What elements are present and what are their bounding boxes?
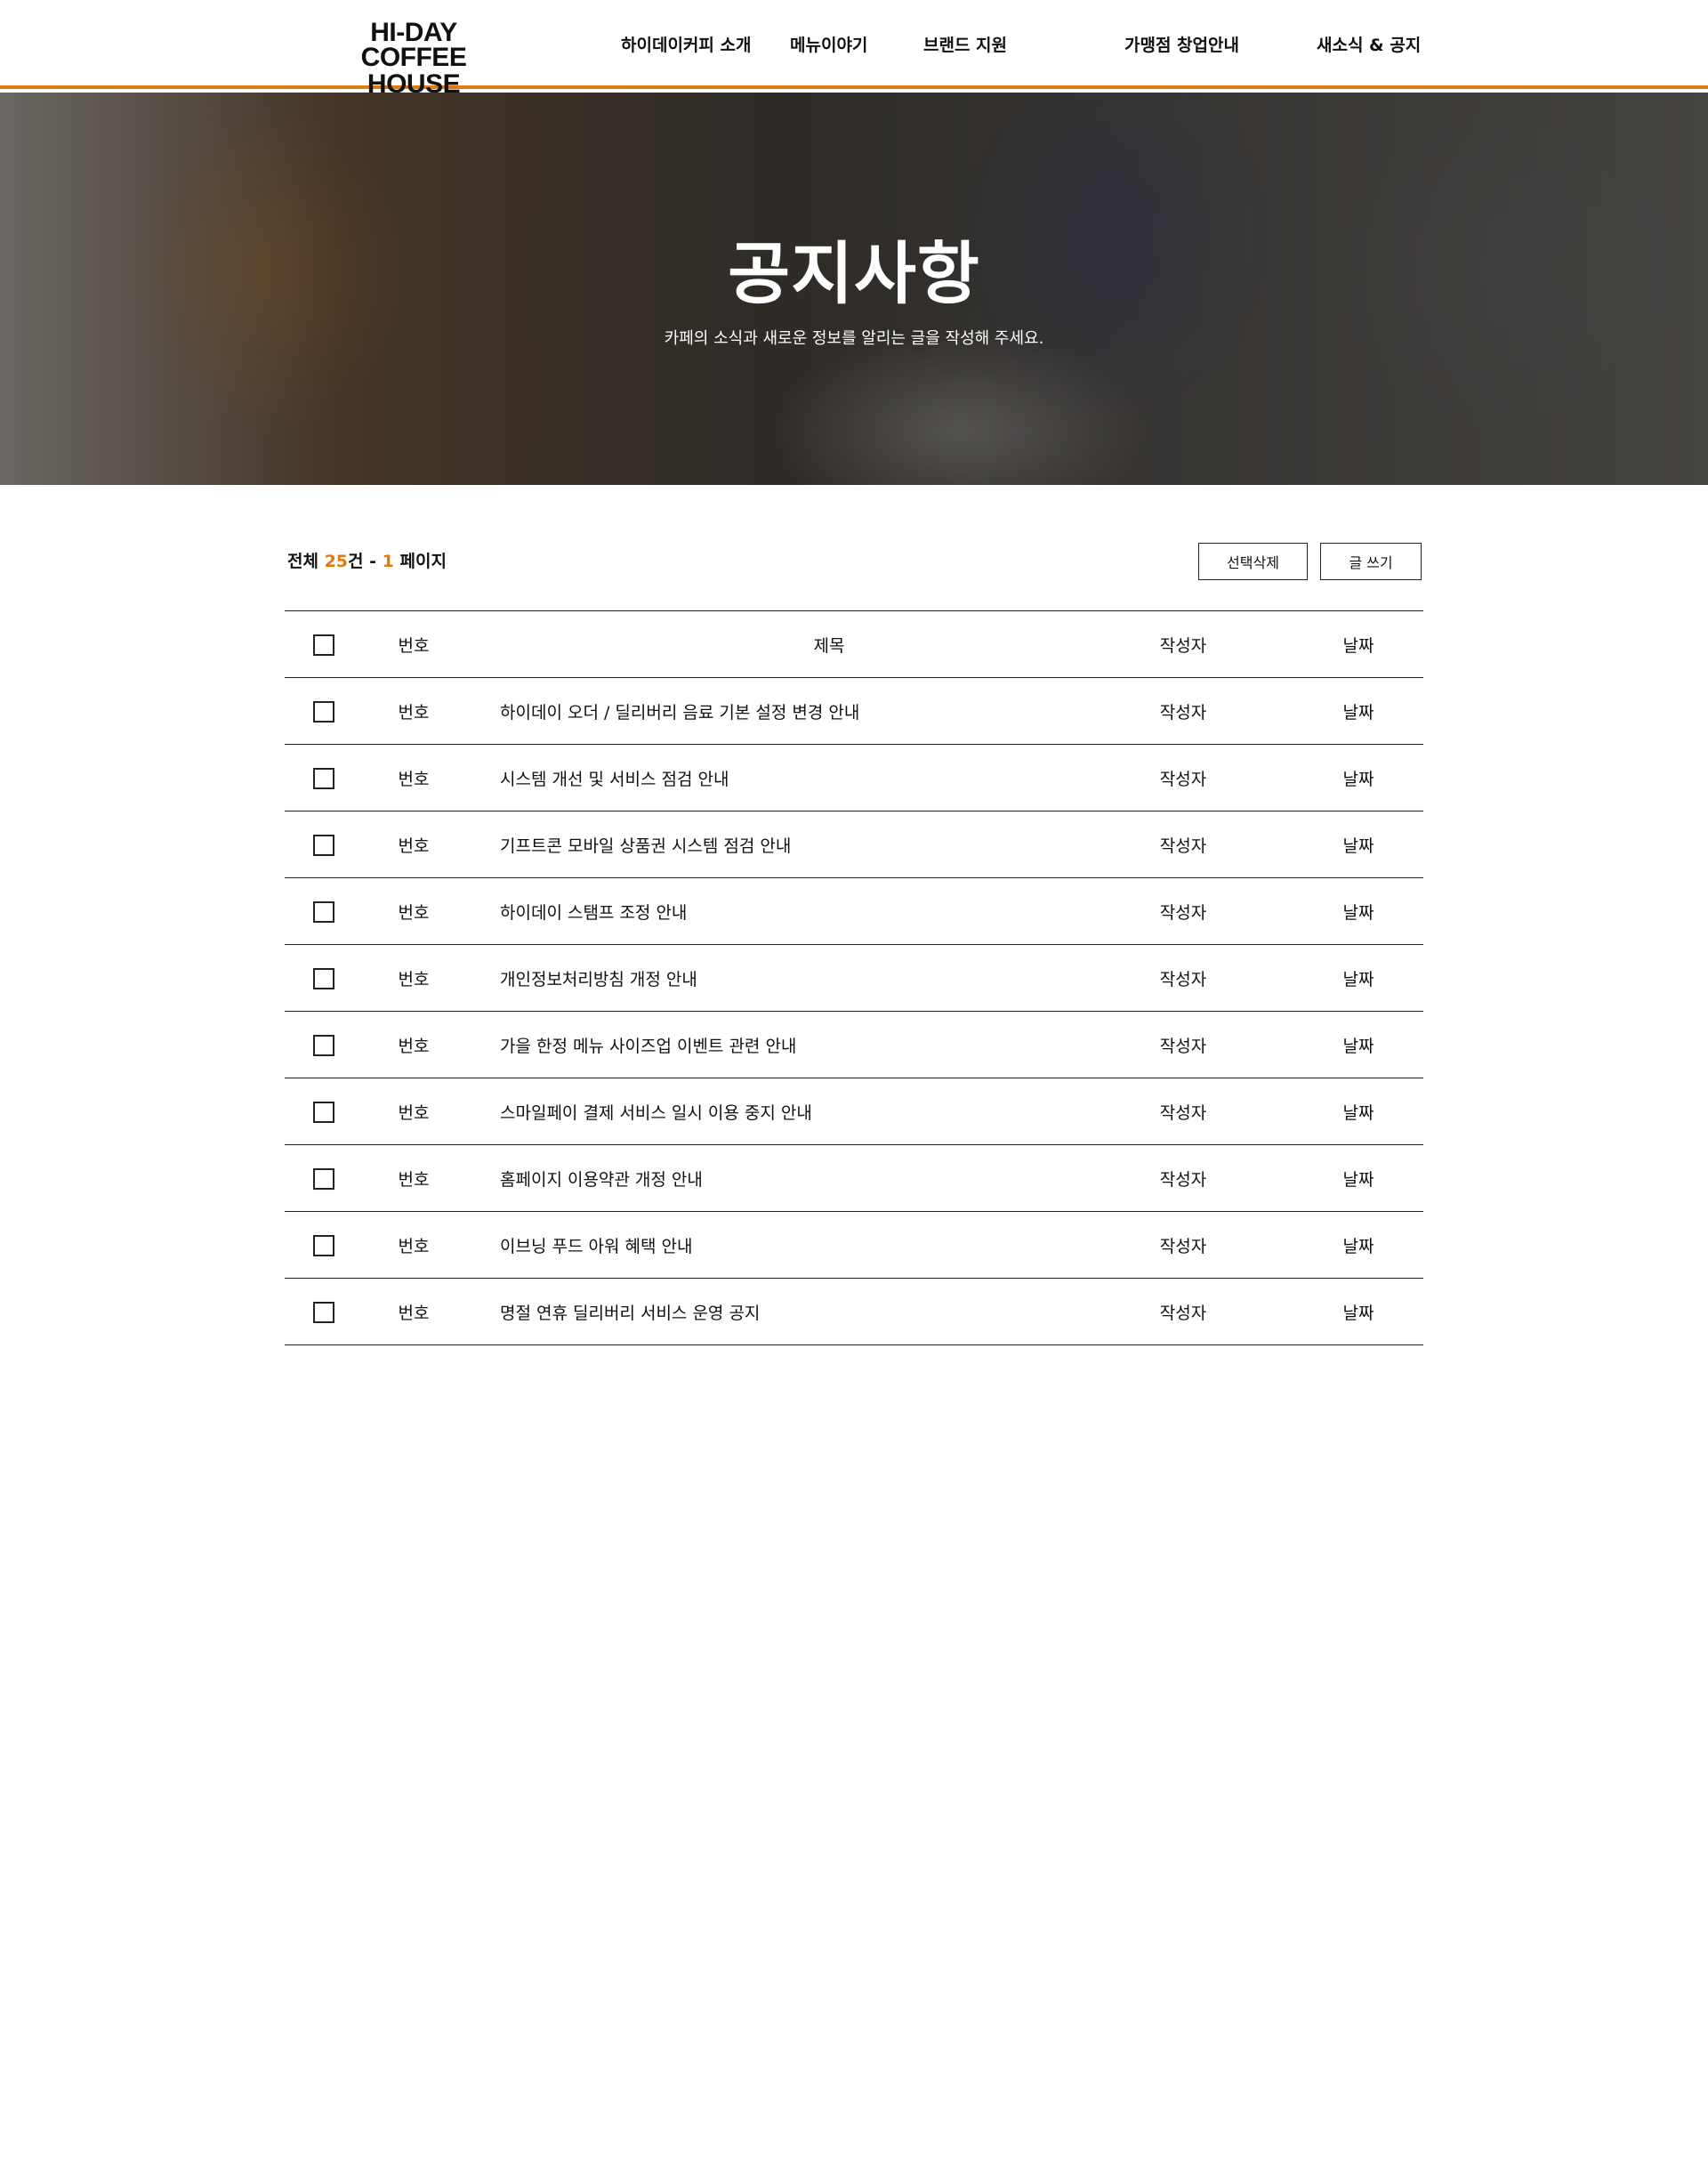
row-author: 작성자 <box>1159 703 1207 723</box>
row-author: 작성자 <box>1159 770 1207 789</box>
column-header-date: 날짜 <box>1342 636 1374 656</box>
nav-item-about[interactable]: 하이데이커피 소개 <box>621 32 751 56</box>
row-date: 날짜 <box>1342 1304 1374 1323</box>
column-header-title: 제목 <box>813 636 845 656</box>
row-title-link[interactable]: 홈페이지 이용약관 개정 안내 <box>500 1167 703 1191</box>
site-header: HI-DAY COFFEE HOUSE 하이데이커피 소개 메뉴이야기 브랜드 … <box>0 0 1708 98</box>
row-checkbox[interactable] <box>313 1301 334 1323</box>
row-title-link[interactable]: 이브닝 푸드 아워 혜택 안내 <box>500 1233 692 1257</box>
row-title-link[interactable]: 스마일페이 결제 서비스 일시 이용 중지 안내 <box>500 1100 812 1124</box>
notice-table: 번호 제목 작성자 날짜 번호 하이데이 오더 / 딜리버리 음료 기본 설정 … <box>285 610 1423 1345</box>
row-checkbox[interactable] <box>313 1234 334 1256</box>
row-checkbox[interactable] <box>313 1167 334 1190</box>
table-row: 번호 스마일페이 결제 서비스 일시 이용 중지 안내 작성자 날짜 <box>285 1078 1423 1145</box>
nav-item-menu[interactable]: 메뉴이야기 <box>790 32 867 56</box>
row-checkbox[interactable] <box>313 834 334 856</box>
row-number: 번호 <box>398 770 430 789</box>
row-title-link[interactable]: 하이데이 오더 / 딜리버리 음료 기본 설정 변경 안내 <box>500 699 859 723</box>
write-post-button[interactable]: 글 쓰기 <box>1320 543 1422 580</box>
row-number: 번호 <box>398 903 430 923</box>
main-nav: 하이데이커피 소개 메뉴이야기 브랜드 지원 가맹점 창업안내 새소식 & 공지 <box>0 32 1708 59</box>
row-checkbox[interactable] <box>313 1101 334 1123</box>
row-number: 번호 <box>398 1237 430 1256</box>
row-date: 날짜 <box>1342 1037 1374 1056</box>
row-author: 작성자 <box>1159 1237 1207 1256</box>
row-author: 작성자 <box>1159 1170 1207 1190</box>
page-suffix: 페이지 <box>393 552 447 571</box>
row-date: 날짜 <box>1342 836 1374 856</box>
table-header-row: 번호 제목 작성자 날짜 <box>285 611 1423 678</box>
row-checkbox[interactable] <box>313 767 334 789</box>
table-row: 번호 명절 연휴 딜리버리 서비스 운영 공지 작성자 날짜 <box>285 1279 1423 1345</box>
table-row: 번호 이브닝 푸드 아워 혜택 안내 작성자 날짜 <box>285 1212 1423 1279</box>
row-title-link[interactable]: 개인정보처리방침 개정 안내 <box>500 966 697 990</box>
row-author: 작성자 <box>1159 1103 1207 1123</box>
row-checkbox[interactable] <box>313 700 334 723</box>
row-number: 번호 <box>398 836 430 856</box>
row-author: 작성자 <box>1159 1304 1207 1323</box>
row-number: 번호 <box>398 1304 430 1323</box>
table-row: 번호 기프트콘 모바일 상품권 시스템 점검 안내 작성자 날짜 <box>285 811 1423 878</box>
row-date: 날짜 <box>1342 1170 1374 1190</box>
page-subtitle: 카페의 소식과 새로운 정보를 알리는 글을 작성해 주세요. <box>664 329 1044 348</box>
total-prefix: 전체 <box>287 552 325 571</box>
row-title-link[interactable]: 하이데이 스탬프 조정 안내 <box>500 900 687 924</box>
row-checkbox[interactable] <box>313 900 334 923</box>
row-date: 날짜 <box>1342 1237 1374 1256</box>
row-checkbox[interactable] <box>313 967 334 989</box>
row-title-link[interactable]: 가을 한정 메뉴 사이즈업 이벤트 관련 안내 <box>500 1033 796 1057</box>
nav-item-news[interactable]: 새소식 & 공지 <box>1317 32 1421 56</box>
row-number: 번호 <box>398 970 430 989</box>
board-summary: 전체 25건 - 1 페이지 <box>287 548 447 572</box>
row-date: 날짜 <box>1342 903 1374 923</box>
page-title: 공지사항 <box>728 234 980 313</box>
row-number: 번호 <box>398 703 430 723</box>
row-author: 작성자 <box>1159 1037 1207 1056</box>
row-checkbox[interactable] <box>313 1034 334 1056</box>
row-title-link[interactable]: 명절 연휴 딜리버리 서비스 운영 공지 <box>500 1300 760 1324</box>
total-count: 25 <box>324 552 349 571</box>
table-row: 번호 하이데이 오더 / 딜리버리 음료 기본 설정 변경 안내 작성자 날짜 <box>285 678 1423 745</box>
nav-item-brand-support[interactable]: 브랜드 지원 <box>923 32 1007 56</box>
row-author: 작성자 <box>1159 836 1207 856</box>
table-row: 번호 홈페이지 이용약관 개정 안내 작성자 날짜 <box>285 1145 1423 1212</box>
table-row: 번호 가을 한정 메뉴 사이즈업 이벤트 관련 안내 작성자 날짜 <box>285 1012 1423 1078</box>
select-all-checkbox[interactable] <box>313 634 334 656</box>
total-suffix: 건 - <box>348 552 383 571</box>
column-header-number: 번호 <box>398 636 430 656</box>
table-row: 번호 개인정보처리방침 개정 안내 작성자 날짜 <box>285 945 1423 1012</box>
row-date: 날짜 <box>1342 1103 1374 1123</box>
nav-item-franchise[interactable]: 가맹점 창업안내 <box>1124 32 1239 56</box>
row-title-link[interactable]: 기프트콘 모바일 상품권 시스템 점검 안내 <box>500 833 791 857</box>
row-title-link[interactable]: 시스템 개선 및 서비스 점검 안내 <box>500 766 729 790</box>
column-header-author: 작성자 <box>1159 636 1207 656</box>
row-author: 작성자 <box>1159 970 1207 989</box>
page-number: 1 <box>382 552 394 571</box>
row-number: 번호 <box>398 1170 430 1190</box>
hero-banner: 공지사항 카페의 소식과 새로운 정보를 알리는 글을 작성해 주세요. <box>0 93 1708 485</box>
delete-selected-button[interactable]: 선택삭제 <box>1198 543 1308 580</box>
table-row: 번호 시스템 개선 및 서비스 점검 안내 작성자 날짜 <box>285 745 1423 811</box>
row-date: 날짜 <box>1342 970 1374 989</box>
table-row: 번호 하이데이 스탬프 조정 안내 작성자 날짜 <box>285 878 1423 945</box>
row-number: 번호 <box>398 1103 430 1123</box>
row-date: 날짜 <box>1342 703 1374 723</box>
row-date: 날짜 <box>1342 770 1374 789</box>
row-number: 번호 <box>398 1037 430 1056</box>
row-author: 작성자 <box>1159 903 1207 923</box>
